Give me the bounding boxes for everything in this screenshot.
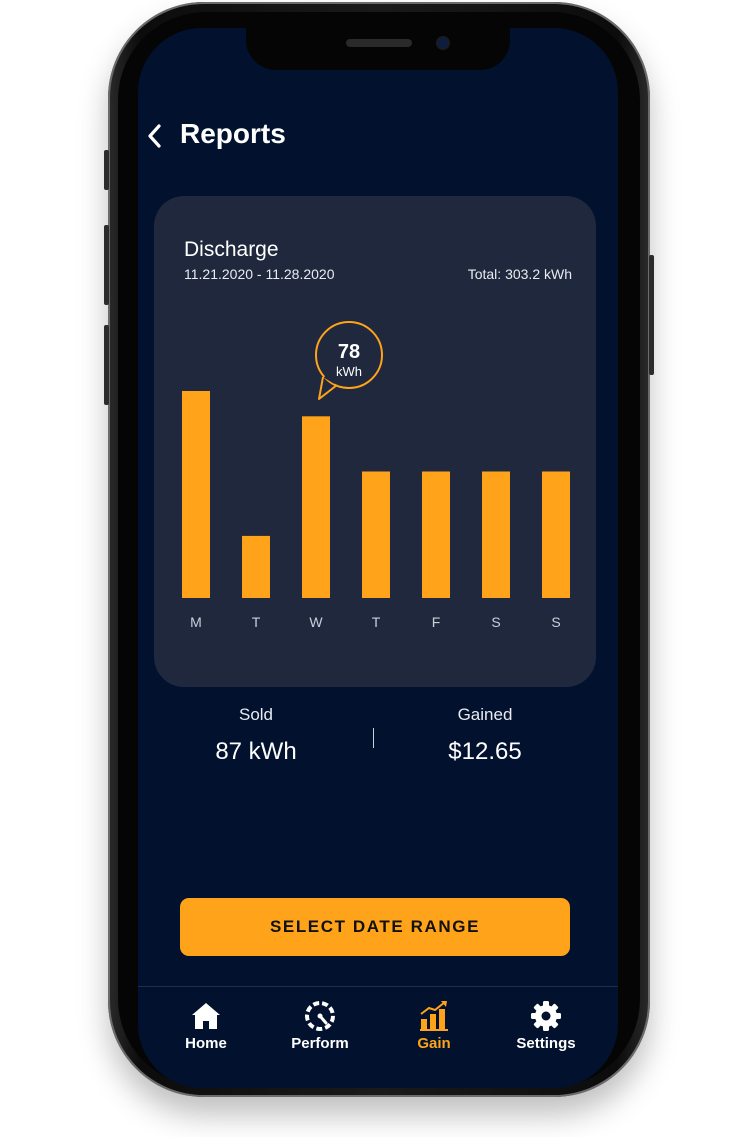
back-arrow-icon[interactable] <box>144 121 168 151</box>
bar-6[interactable] <box>542 471 570 599</box>
tab-perform[interactable]: Perform <box>270 999 370 1052</box>
tab-home-label: Home <box>185 1035 227 1052</box>
header: Reports <box>138 114 618 158</box>
bar-0[interactable] <box>182 391 210 598</box>
tooltip-value: 78 <box>338 341 360 363</box>
side-button-volume-down <box>104 325 109 405</box>
x-tick-label: S <box>551 614 560 630</box>
bar-5[interactable] <box>482 471 510 599</box>
side-button-silent <box>104 150 109 190</box>
gained-label: Gained <box>457 705 513 724</box>
speaker-grille <box>346 39 412 47</box>
value-tooltip: 78kWh <box>315 321 383 400</box>
front-camera <box>436 36 450 50</box>
tab-perform-label: Perform <box>291 1035 349 1052</box>
bar-4[interactable] <box>422 471 450 599</box>
tab-gain-label: Gain <box>417 1035 451 1052</box>
gained-value: $12.65 <box>448 738 522 765</box>
x-tick-label: T <box>372 614 381 630</box>
bar-chart-icon <box>420 1001 448 1031</box>
discharge-bar-chart: M T W T F S S 78kWh <box>182 321 570 630</box>
app-screen: Reports Discharge 11.21.2020 - 11.28.202… <box>138 28 618 1088</box>
stats-divider <box>373 728 374 748</box>
tab-gain[interactable]: Gain <box>384 999 484 1052</box>
side-button-volume-up <box>104 225 109 305</box>
sold-label: Sold <box>238 705 274 724</box>
gear-icon <box>531 1001 561 1031</box>
bar-1[interactable] <box>242 535 270 598</box>
tooltip-unit: kWh <box>336 364 362 379</box>
side-button-power <box>649 255 654 375</box>
notch <box>246 28 510 70</box>
tab-home[interactable]: Home <box>156 999 256 1052</box>
tab-settings[interactable]: Settings <box>496 999 596 1052</box>
x-tick-label: W <box>309 614 323 630</box>
x-tick-label: S <box>491 614 500 630</box>
sold-value: 87 kWh <box>215 738 297 765</box>
bar-2[interactable] <box>302 416 330 598</box>
x-tick-label: F <box>432 614 441 630</box>
bar-3[interactable] <box>362 471 390 599</box>
bottom-tab-bar: Home Perform Gain Settings <box>138 986 618 1088</box>
discharge-card: Discharge 11.21.2020 - 11.28.2020 Total:… <box>154 196 596 687</box>
select-date-range-button[interactable]: SELECT DATE RANGE <box>180 898 570 956</box>
tab-settings-label: Settings <box>516 1035 576 1052</box>
home-icon <box>192 1003 220 1029</box>
x-tick-label: M <box>190 614 202 630</box>
page-title: Reports <box>180 118 286 149</box>
speedometer-icon <box>305 1001 335 1031</box>
x-tick-label: T <box>252 614 261 630</box>
